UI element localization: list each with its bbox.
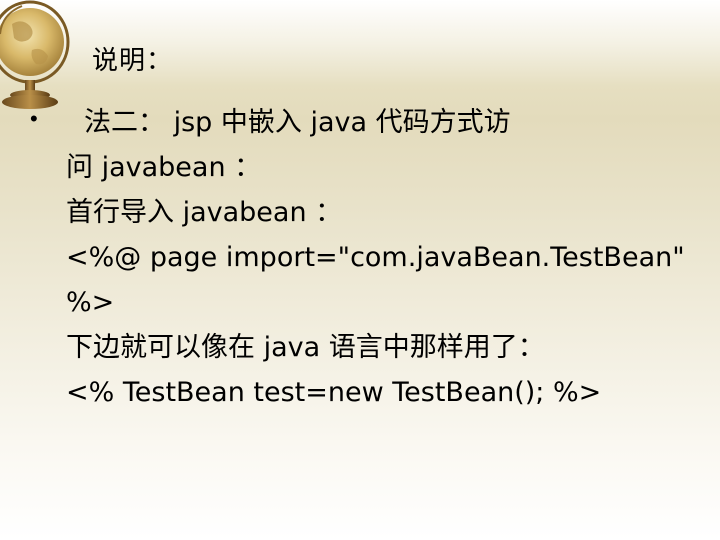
slide-body: 法二： jsp 中嵌入 java 代码方式访 问 javabean ： 首行导入… (66, 100, 706, 415)
body-line: 问 javabean ： (66, 152, 262, 183)
body-line: 下边就可以像在 java 语言中那样用了： (66, 332, 545, 363)
body-line: 法二： jsp 中嵌入 java 代码方式访 (84, 107, 511, 138)
body-line: <%@ page import="com.javaBean.TestBean" (66, 242, 685, 273)
globe-icon (0, 0, 70, 109)
body-line: %> (66, 287, 115, 318)
body-line: <% TestBean test=new TestBean(); %> (66, 377, 602, 408)
slide-title: 说明： (92, 46, 174, 76)
bullet-icon: • (30, 106, 38, 131)
body-line: 首行导入 javabean ： (66, 197, 343, 228)
